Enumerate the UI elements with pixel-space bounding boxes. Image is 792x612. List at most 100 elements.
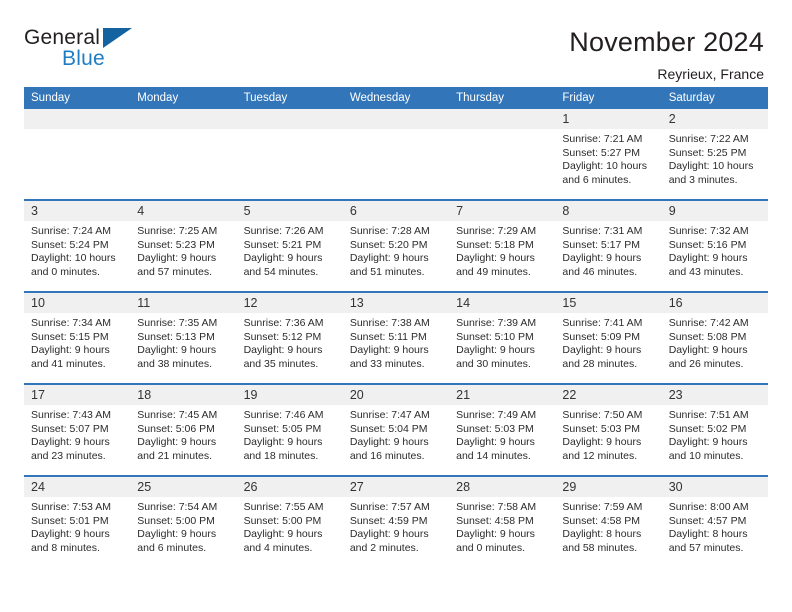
day-sun-info: Sunrise: 7:49 AM Sunset: 5:03 PM Daylight:… [449, 405, 555, 463]
day-sunset-text: Sunset: 5:21 PM [243, 238, 322, 251]
day-number: 23 [661, 385, 768, 405]
day-cell-inner: 26 Sunrise: 7:55 AM Sunset: 5:00 PM Dayligh… [236, 477, 343, 567]
calendar-day-cell[interactable]: 25 Sunrise: 7:54 AM Sunset: 5:00 PM Dayligh… [130, 475, 237, 567]
calendar-day-cell[interactable]: 14 Sunrise: 7:39 AM Sunset: 5:10 PM Dayligh… [449, 291, 556, 384]
day-cell-inner [130, 109, 237, 199]
day-sun-info: Sunrise: 8:00 AM Sunset: 4:57 PM Daylight:… [662, 497, 768, 555]
calendar-day-cell[interactable]: 20 Sunrise: 7:47 AM Sunset: 5:04 PM Dayligh… [342, 383, 450, 476]
day-daylight-line2-text: and 41 minutes. [31, 357, 106, 370]
calendar-day-cell[interactable]: 11 Sunrise: 7:35 AM Sunset: 5:13 PM Dayligh… [130, 291, 237, 384]
weekday-header-tuesday: Tuesday [236, 87, 343, 109]
day-daylight-line2-text: and 28 minutes. [562, 357, 638, 370]
day-sunset-text: Sunset: 5:23 PM [137, 238, 215, 251]
day-sunrise-text: Sunrise: 7:59 AM [562, 501, 643, 513]
day-sunrise-text: Sunrise: 7:38 AM [349, 317, 430, 329]
day-cell-inner: 16 Sunrise: 7:42 AM Sunset: 5:08 PM Dayligh… [661, 293, 768, 383]
calendar-day-cell[interactable]: 3 Sunrise: 7:24 AM Sunset: 5:24 PM Daylight… [24, 199, 131, 292]
day-sunrise-text: Sunrise: 7:50 AM [562, 409, 643, 421]
day-sunset-text: Sunset: 5:01 PM [31, 514, 109, 527]
day-daylight-line2-text: and 38 minutes. [137, 357, 212, 370]
day-daylight-line1-text: Daylight: 9 hours [137, 528, 217, 541]
day-sunrise-text: Sunrise: 7:29 AM [456, 225, 537, 237]
day-sun-info: Sunrise: 7:24 AM Sunset: 5:24 PM Daylight:… [24, 221, 130, 279]
calendar-day-cell[interactable]: 29 Sunrise: 7:59 AM Sunset: 4:58 PM Dayligh… [555, 475, 662, 567]
calendar-day-cell[interactable]: 2 Sunrise: 7:22 AM Sunset: 5:25 PM Daylight… [661, 109, 768, 200]
calendar-day-cell-empty [342, 109, 450, 200]
day-sunset-text: Sunset: 5:00 PM [137, 514, 215, 527]
calendar-day-cell[interactable]: 10 Sunrise: 7:34 AM Sunset: 5:15 PM Dayligh… [24, 291, 131, 384]
day-cell-inner [24, 109, 131, 199]
calendar-day-cell[interactable]: 19 Sunrise: 7:46 AM Sunset: 5:05 PM Dayligh… [236, 383, 343, 476]
day-sunrise-text: Sunrise: 7:58 AM [456, 501, 537, 513]
day-cell-inner: 10 Sunrise: 7:34 AM Sunset: 5:15 PM Dayligh… [24, 293, 131, 383]
day-daylight-line2-text: and 4 minutes. [243, 541, 313, 554]
day-sun-info: Sunrise: 7:47 AM Sunset: 5:04 PM Daylight:… [343, 405, 449, 463]
day-daylight-line2-text: and 6 minutes. [137, 541, 207, 554]
day-sun-info: Sunrise: 7:57 AM Sunset: 4:59 PM Daylight:… [343, 497, 449, 555]
day-sun-info: Sunrise: 7:50 AM Sunset: 5:03 PM Daylight:… [555, 405, 661, 463]
day-cell-inner: 3 Sunrise: 7:24 AM Sunset: 5:24 PM Daylight… [24, 201, 131, 291]
calendar-day-cell[interactable]: 26 Sunrise: 7:55 AM Sunset: 5:00 PM Dayligh… [236, 475, 343, 567]
day-sunrise-text: Sunrise: 7:51 AM [668, 409, 749, 421]
day-cell-inner: 1 Sunrise: 7:21 AM Sunset: 5:27 PM Daylight… [555, 109, 662, 199]
day-daylight-line1-text: Daylight: 9 hours [243, 528, 323, 541]
day-number: 12 [236, 293, 343, 313]
day-daylight-line2-text: and 21 minutes. [137, 449, 212, 462]
day-sunrise-text: Sunrise: 7:35 AM [137, 317, 218, 329]
day-sun-info: Sunrise: 7:36 AM Sunset: 5:12 PM Daylight:… [237, 313, 343, 371]
calendar-day-cell[interactable]: 28 Sunrise: 7:58 AM Sunset: 4:58 PM Dayligh… [449, 475, 556, 567]
day-daylight-line2-text: and 10 minutes. [668, 449, 744, 462]
day-sunrise-text: Sunrise: 7:36 AM [243, 317, 324, 329]
calendar-day-cell[interactable]: 4 Sunrise: 7:25 AM Sunset: 5:23 PM Daylight… [130, 199, 237, 292]
day-daylight-line1-text: Daylight: 10 hours [668, 160, 754, 173]
calendar-day-cell[interactable]: 30 Sunrise: 8:00 AM Sunset: 4:57 PM Dayligh… [661, 475, 768, 567]
day-sun-info: Sunrise: 7:42 AM Sunset: 5:08 PM Daylight:… [662, 313, 768, 371]
day-cell-inner: 13 Sunrise: 7:38 AM Sunset: 5:11 PM Dayligh… [342, 293, 450, 383]
brand-logo[interactable]: General Blue [24, 26, 142, 72]
day-daylight-line2-text: and 33 minutes. [349, 357, 425, 370]
day-daylight-line1-text: Daylight: 9 hours [349, 344, 429, 357]
calendar-body: 1 Sunrise: 7:21 AM Sunset: 5:27 PM Daylight… [24, 109, 768, 567]
calendar-day-cell[interactable]: 6 Sunrise: 7:28 AM Sunset: 5:20 PM Daylight… [342, 199, 450, 292]
calendar-day-cell[interactable]: 21 Sunrise: 7:49 AM Sunset: 5:03 PM Dayligh… [449, 383, 556, 476]
calendar-day-cell[interactable]: 24 Sunrise: 7:53 AM Sunset: 5:01 PM Dayligh… [24, 475, 131, 567]
day-cell-inner: 8 Sunrise: 7:31 AM Sunset: 5:17 PM Daylight… [555, 201, 662, 291]
day-daylight-line2-text: and 18 minutes. [243, 449, 319, 462]
day-daylight-line2-text: and 57 minutes. [668, 541, 744, 554]
calendar-day-cell[interactable]: 7 Sunrise: 7:29 AM Sunset: 5:18 PM Daylight… [449, 199, 556, 292]
day-sunrise-text: Sunrise: 7:22 AM [668, 133, 749, 145]
day-sunset-text: Sunset: 5:20 PM [349, 238, 428, 251]
day-sunset-text: Sunset: 5:00 PM [243, 514, 322, 527]
day-daylight-line2-text: and 6 minutes. [562, 173, 632, 186]
day-daylight-line2-text: and 23 minutes. [31, 449, 106, 462]
day-number: 6 [342, 201, 450, 221]
day-number: 14 [449, 293, 556, 313]
day-daylight-line1-text: Daylight: 9 hours [137, 252, 217, 265]
calendar-day-cell[interactable]: 1 Sunrise: 7:21 AM Sunset: 5:27 PM Daylight… [555, 109, 662, 200]
day-sunrise-text: Sunrise: 7:32 AM [668, 225, 749, 237]
day-number: 24 [24, 477, 131, 497]
calendar-day-cell[interactable]: 15 Sunrise: 7:41 AM Sunset: 5:09 PM Dayligh… [555, 291, 662, 384]
calendar-day-cell[interactable]: 12 Sunrise: 7:36 AM Sunset: 5:12 PM Dayligh… [236, 291, 343, 384]
day-number: 29 [555, 477, 662, 497]
day-daylight-line2-text: and 14 minutes. [456, 449, 531, 462]
calendar-day-cell[interactable]: 5 Sunrise: 7:26 AM Sunset: 5:21 PM Daylight… [236, 199, 343, 292]
calendar-day-cell[interactable]: 13 Sunrise: 7:38 AM Sunset: 5:11 PM Dayligh… [342, 291, 450, 384]
calendar-day-cell[interactable]: 16 Sunrise: 7:42 AM Sunset: 5:08 PM Dayligh… [661, 291, 768, 384]
calendar-day-cell[interactable]: 23 Sunrise: 7:51 AM Sunset: 5:02 PM Dayligh… [661, 383, 768, 476]
weekday-header-saturday: Saturday [661, 87, 768, 109]
day-number: 10 [24, 293, 131, 313]
day-daylight-line1-text: Daylight: 9 hours [243, 344, 323, 357]
calendar-day-cell[interactable]: 22 Sunrise: 7:50 AM Sunset: 5:03 PM Dayligh… [555, 383, 662, 476]
day-daylight-line2-text: and 12 minutes. [562, 449, 638, 462]
calendar-day-cell[interactable]: 27 Sunrise: 7:57 AM Sunset: 4:59 PM Dayligh… [342, 475, 450, 567]
day-daylight-line1-text: Daylight: 9 hours [31, 436, 110, 449]
day-daylight-line1-text: Daylight: 9 hours [349, 528, 429, 541]
calendar-day-cell[interactable]: 17 Sunrise: 7:43 AM Sunset: 5:07 PM Dayligh… [24, 383, 131, 476]
calendar-day-cell[interactable]: 8 Sunrise: 7:31 AM Sunset: 5:17 PM Daylight… [555, 199, 662, 292]
calendar-day-cell-empty [24, 109, 131, 200]
day-sun-info: Sunrise: 7:26 AM Sunset: 5:21 PM Daylight:… [237, 221, 343, 279]
page-subtitle: Reyrieux, France [657, 66, 764, 82]
calendar-day-cell[interactable]: 9 Sunrise: 7:32 AM Sunset: 5:16 PM Daylight… [661, 199, 768, 292]
calendar-day-cell[interactable]: 18 Sunrise: 7:45 AM Sunset: 5:06 PM Dayligh… [130, 383, 237, 476]
